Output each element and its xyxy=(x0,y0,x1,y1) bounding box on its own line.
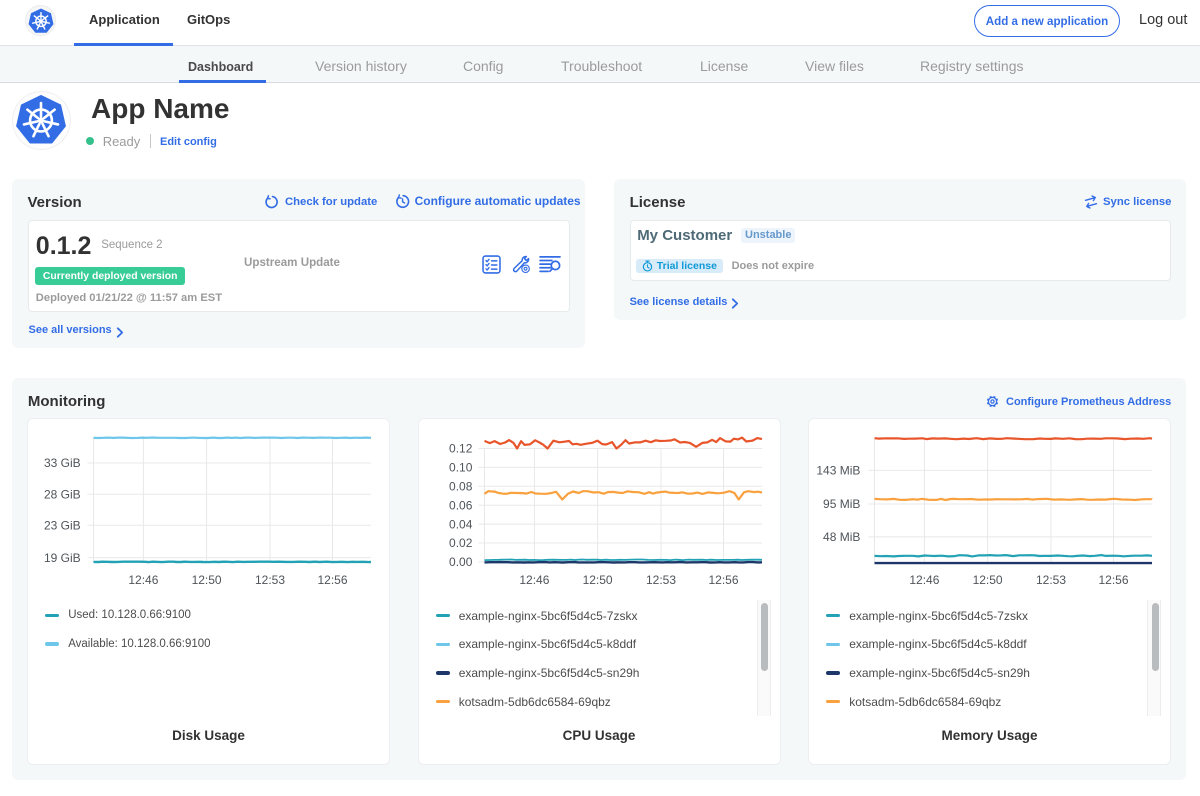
svg-text:143 MiB: 143 MiB xyxy=(816,464,860,478)
svg-text:12:53: 12:53 xyxy=(645,573,675,587)
svg-text:28 GiB: 28 GiB xyxy=(44,488,81,502)
svg-text:12:56: 12:56 xyxy=(1098,573,1128,587)
svg-text:48 MiB: 48 MiB xyxy=(823,530,860,544)
svg-text:95 MiB: 95 MiB xyxy=(823,497,860,511)
svg-text:12:50: 12:50 xyxy=(973,573,1003,587)
svg-text:12:56: 12:56 xyxy=(317,573,347,587)
svg-text:0.00: 0.00 xyxy=(449,555,473,569)
svg-text:23 GiB: 23 GiB xyxy=(44,519,81,533)
svg-text:12:53: 12:53 xyxy=(1036,573,1066,587)
svg-text:0.10: 0.10 xyxy=(449,461,473,475)
svg-text:12:50: 12:50 xyxy=(192,573,222,587)
svg-text:0.02: 0.02 xyxy=(449,536,473,550)
svg-text:19 GiB: 19 GiB xyxy=(44,551,81,565)
svg-text:12:53: 12:53 xyxy=(255,573,285,587)
svg-text:0.06: 0.06 xyxy=(449,498,473,512)
svg-text:0.12: 0.12 xyxy=(449,442,473,456)
svg-text:12:50: 12:50 xyxy=(582,573,612,587)
svg-text:0.04: 0.04 xyxy=(449,517,473,531)
svg-text:12:46: 12:46 xyxy=(909,573,939,587)
svg-text:12:46: 12:46 xyxy=(519,573,549,587)
svg-text:12:46: 12:46 xyxy=(128,573,158,587)
svg-text:33 GiB: 33 GiB xyxy=(44,456,81,470)
svg-text:12:56: 12:56 xyxy=(708,573,738,587)
svg-text:0.08: 0.08 xyxy=(449,480,473,494)
